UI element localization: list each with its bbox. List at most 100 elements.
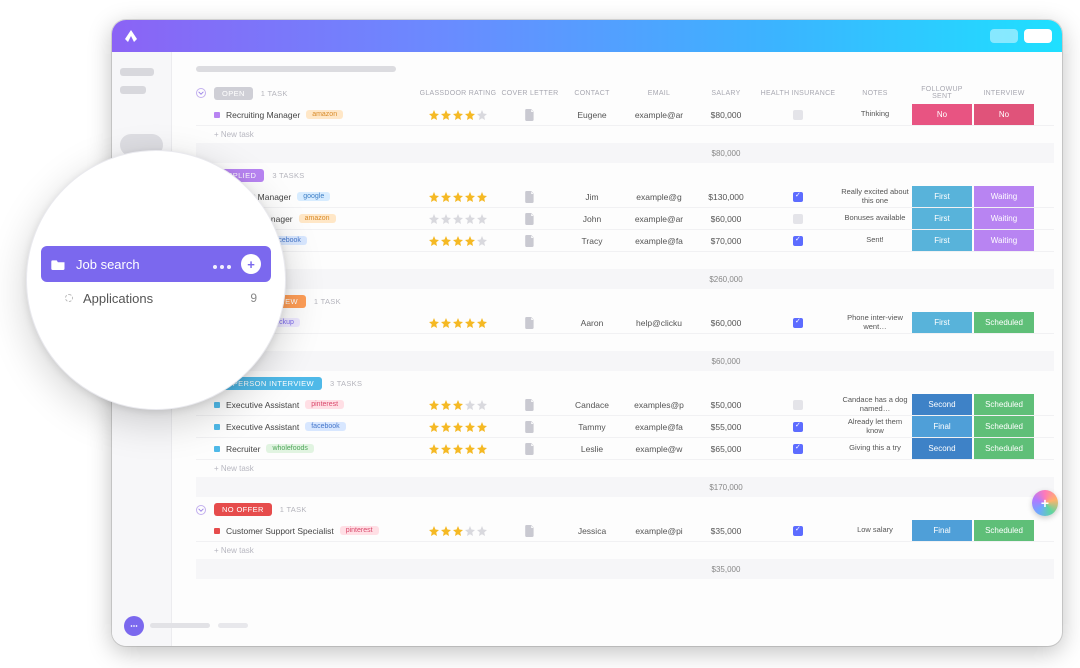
interview-badge[interactable]: Scheduled bbox=[974, 438, 1034, 459]
sidebar-list-applications[interactable]: Applications 9 bbox=[41, 282, 271, 314]
company-tag[interactable]: amazon bbox=[306, 110, 343, 119]
cover-letter-cell[interactable] bbox=[500, 443, 560, 455]
company-tag[interactable]: wholefoods bbox=[266, 444, 313, 453]
email-cell: example@g bbox=[624, 192, 694, 202]
chat-button[interactable] bbox=[124, 616, 144, 636]
sidebar-zoom-lens: Job search + Applications 9 bbox=[26, 150, 286, 410]
email-cell: example@ar bbox=[624, 214, 694, 224]
health-insurance-cell[interactable] bbox=[758, 192, 838, 202]
column-header[interactable]: CONTACT bbox=[562, 90, 622, 97]
task-row[interactable]: Product Manager google Jim example@g $13… bbox=[196, 186, 1054, 208]
notes-cell: Phone inter-view went… bbox=[840, 314, 910, 331]
column-header[interactable]: NOTES bbox=[840, 90, 910, 97]
notes-cell: Thinking bbox=[840, 110, 910, 118]
cover-letter-cell[interactable] bbox=[500, 399, 560, 411]
followup-badge[interactable]: First bbox=[912, 186, 972, 207]
new-task-button[interactable]: + New task bbox=[196, 334, 1054, 351]
cover-letter-cell[interactable] bbox=[500, 191, 560, 203]
task-row[interactable]: Executive Assistant pinterest Candace ex… bbox=[196, 394, 1054, 416]
group-header[interactable]: IN PERSON INTERVIEW 3 TASKS bbox=[196, 377, 1054, 390]
interview-badge[interactable]: Waiting bbox=[974, 208, 1034, 229]
group-summary: $260,000 bbox=[196, 269, 1054, 289]
status-pill[interactable]: OPEN bbox=[214, 87, 253, 100]
chevron-down-icon[interactable] bbox=[196, 505, 206, 515]
column-header[interactable]: COVER LETTER bbox=[500, 90, 560, 97]
health-insurance-cell[interactable] bbox=[758, 236, 838, 246]
health-insurance-cell[interactable] bbox=[758, 422, 838, 432]
column-header[interactable]: EMAIL bbox=[624, 90, 694, 97]
column-header[interactable]: FOLLOWUP SENT bbox=[912, 86, 972, 100]
health-insurance-cell[interactable] bbox=[758, 318, 838, 328]
followup-badge[interactable]: Second bbox=[912, 394, 972, 415]
cover-letter-cell[interactable] bbox=[500, 235, 560, 247]
company-tag[interactable]: google bbox=[297, 192, 330, 201]
task-title: Executive Assistant bbox=[226, 422, 299, 432]
followup-badge[interactable]: First bbox=[912, 230, 972, 251]
cover-letter-cell[interactable] bbox=[500, 421, 560, 433]
company-tag[interactable]: facebook bbox=[305, 422, 345, 431]
company-tag[interactable]: amazon bbox=[299, 214, 336, 223]
status-pill[interactable]: NO OFFER bbox=[214, 503, 272, 516]
task-row[interactable]: Account Manager amazon John example@ar $… bbox=[196, 208, 1054, 230]
interview-badge[interactable]: Waiting bbox=[974, 186, 1034, 207]
health-insurance-cell[interactable] bbox=[758, 526, 838, 536]
column-header[interactable]: INTERVIEW bbox=[974, 90, 1034, 97]
health-insurance-cell[interactable] bbox=[758, 110, 838, 120]
new-task-button[interactable]: + New task bbox=[196, 252, 1054, 269]
new-task-button[interactable]: + New task bbox=[196, 460, 1054, 477]
group-header[interactable]: PHONE INTERVIEW 1 TASK bbox=[196, 295, 1054, 308]
quick-add-button[interactable] bbox=[1032, 490, 1058, 516]
followup-badge[interactable]: Final bbox=[912, 520, 972, 541]
new-task-button[interactable]: + New task bbox=[196, 126, 1054, 143]
list-icon bbox=[65, 294, 73, 302]
task-row[interactable]: Recruiter facebook Tracy example@fa $70,… bbox=[196, 230, 1054, 252]
email-cell: example@pi bbox=[624, 526, 694, 536]
task-row[interactable]: Recruiter clickup Aaron help@clicku $60,… bbox=[196, 312, 1054, 334]
clickup-logo-icon bbox=[122, 27, 140, 45]
interview-badge[interactable]: No bbox=[974, 104, 1034, 125]
health-insurance-cell[interactable] bbox=[758, 400, 838, 410]
interview-badge[interactable]: Scheduled bbox=[974, 394, 1034, 415]
group-header[interactable]: APPLIED 3 TASKS bbox=[196, 169, 1054, 182]
health-insurance-cell[interactable] bbox=[758, 444, 838, 454]
interview-badge[interactable]: Scheduled bbox=[974, 312, 1034, 333]
titlebar-control-1[interactable] bbox=[990, 29, 1018, 43]
followup-badge[interactable]: Second bbox=[912, 438, 972, 459]
task-row[interactable]: Customer Support Specialist pinterest Je… bbox=[196, 520, 1054, 542]
task-count: 1 TASK bbox=[261, 89, 288, 98]
task-row[interactable]: Recruiter wholefoods Leslie example@w $6… bbox=[196, 438, 1054, 460]
chevron-down-icon[interactable] bbox=[196, 88, 206, 98]
followup-badge[interactable]: No bbox=[912, 104, 972, 125]
company-tag[interactable]: pinterest bbox=[305, 400, 344, 409]
interview-badge[interactable]: Scheduled bbox=[974, 520, 1034, 541]
folder-menu-icon[interactable] bbox=[213, 257, 231, 272]
new-task-button[interactable]: + New task bbox=[196, 542, 1054, 559]
followup-badge[interactable]: First bbox=[912, 312, 972, 333]
task-row[interactable]: Recruiting Manager amazon Eugene example… bbox=[196, 104, 1054, 126]
salary-cell: $80,000 bbox=[696, 110, 756, 120]
interview-badge[interactable]: Waiting bbox=[974, 230, 1034, 251]
company-tag[interactable]: pinterest bbox=[340, 526, 379, 535]
sidebar-folder-job-search[interactable]: Job search + bbox=[41, 246, 271, 282]
followup-badge[interactable]: Final bbox=[912, 416, 972, 437]
health-insurance-cell[interactable] bbox=[758, 214, 838, 224]
column-header[interactable]: HEALTH INSURANCE bbox=[758, 90, 838, 97]
followup-badge[interactable]: First bbox=[912, 208, 972, 229]
column-header[interactable]: SALARY bbox=[696, 90, 756, 97]
task-group: PHONE INTERVIEW 1 TASK Recruiter clickup… bbox=[196, 295, 1054, 371]
cover-letter-cell[interactable] bbox=[500, 109, 560, 121]
column-headers: OPEN 1 TASK GLASSDOOR RATINGCOVER LETTER… bbox=[196, 86, 1054, 100]
salary-cell: $70,000 bbox=[696, 236, 756, 246]
interview-badge[interactable]: Scheduled bbox=[974, 416, 1034, 437]
titlebar-control-2[interactable] bbox=[1024, 29, 1052, 43]
cover-letter-cell[interactable] bbox=[500, 317, 560, 329]
salary-cell: $60,000 bbox=[696, 318, 756, 328]
task-row[interactable]: Executive Assistant facebook Tammy examp… bbox=[196, 416, 1054, 438]
email-cell: example@ar bbox=[624, 110, 694, 120]
column-header[interactable]: GLASSDOOR RATING bbox=[418, 90, 498, 97]
group-header[interactable]: NO OFFER 1 TASK bbox=[196, 503, 1054, 516]
cover-letter-cell[interactable] bbox=[500, 213, 560, 225]
salary-sum: $60,000 bbox=[696, 357, 756, 366]
cover-letter-cell[interactable] bbox=[500, 525, 560, 537]
add-list-button[interactable]: + bbox=[241, 254, 261, 274]
